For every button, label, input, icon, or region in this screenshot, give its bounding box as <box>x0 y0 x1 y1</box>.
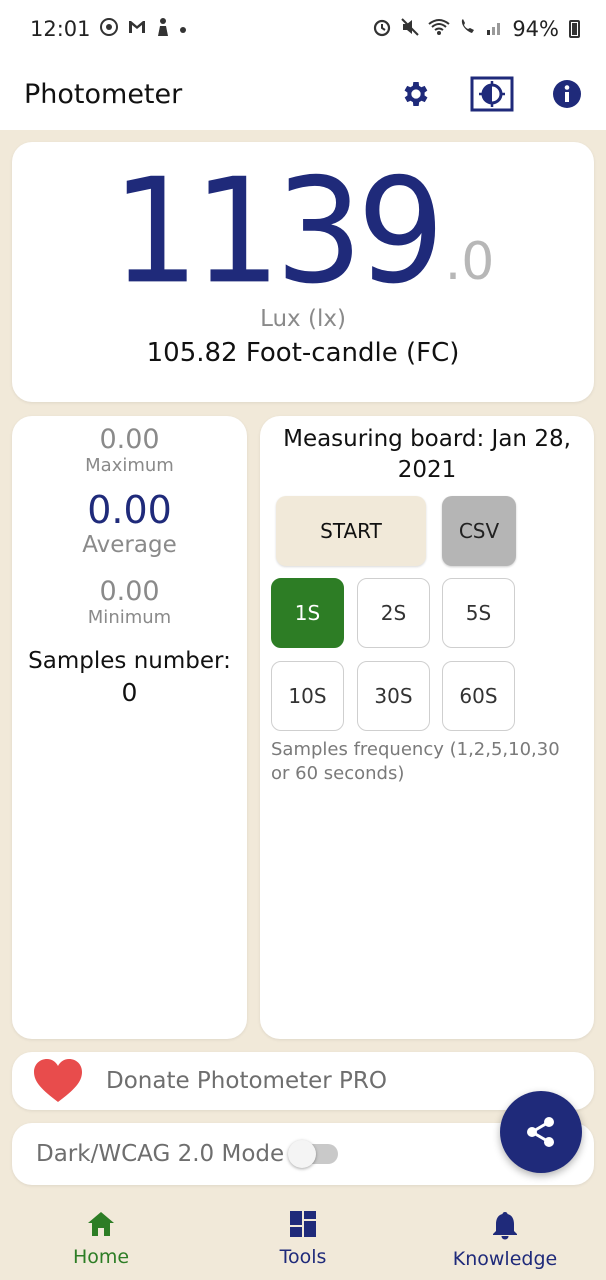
maximum-stat: 0.00 Maximum <box>12 424 247 476</box>
brightness-button[interactable] <box>470 76 514 112</box>
stats-card: 0.00 Maximum 0.00 Average 0.00 Minimum S… <box>12 416 247 1039</box>
frequency-30s-button[interactable]: 30S <box>357 661 430 731</box>
nav-label-home: Home <box>72 1246 130 1268</box>
frequency-5s-button[interactable]: 5S <box>442 578 515 648</box>
bottom-navigation: Home Tools Knowledge <box>0 1198 606 1280</box>
home-icon <box>88 1212 114 1236</box>
bell-icon <box>493 1212 517 1240</box>
dot-icon <box>179 19 187 39</box>
samples-label: Samples number: <box>28 648 231 674</box>
frequency-10s-button[interactable]: 10S <box>271 661 344 731</box>
nav-label-tools: Tools <box>279 1246 327 1268</box>
average-label: Average <box>82 532 177 558</box>
status-bar: 12:01 94% <box>0 0 606 58</box>
board-title: Measuring board: Jan 28, 2021 <box>283 426 571 483</box>
reading-card: 1139 .0 Lux (lx) 105.82 Foot-candle (FC) <box>12 142 594 402</box>
donate-label: Donate Photometer PRO <box>106 1068 387 1094</box>
frequency-note: Samples frequency (1,2,5,10,30 or 60 sec… <box>271 739 560 784</box>
heart-icon <box>34 1059 82 1102</box>
wifi-call-icon <box>458 17 478 42</box>
mute-icon <box>400 17 420 42</box>
frequency-60s-button[interactable]: 60S <box>442 661 515 731</box>
lux-decimal: .0 <box>444 232 495 292</box>
status-right: 94% <box>372 17 580 42</box>
app-icon <box>155 17 171 42</box>
nav-label-knowledge: Knowledge <box>452 1248 558 1270</box>
settings-button[interactable] <box>400 78 432 110</box>
reading-display: 1139 .0 <box>12 154 594 309</box>
csv-button[interactable]: CSV <box>442 496 516 566</box>
share-icon <box>527 1117 554 1147</box>
settings-badge-icon <box>99 17 119 42</box>
brightness-icon <box>470 76 514 112</box>
samples-value: 0 <box>121 678 138 707</box>
battery-percent: 94% <box>512 17 559 41</box>
app-actions <box>400 76 582 112</box>
samples-block: Samples number: 0 <box>12 648 247 707</box>
share-button[interactable] <box>500 1091 582 1173</box>
start-button[interactable]: START <box>276 496 426 566</box>
donate-card[interactable]: Donate Photometer PRO <box>12 1052 594 1110</box>
minimum-label: Minimum <box>87 607 172 628</box>
minimum-stat: 0.00 Minimum <box>12 576 247 628</box>
minimum-value: 0.00 <box>99 576 160 607</box>
app-title: Photometer <box>24 78 183 110</box>
lux-value: 1139 <box>111 146 445 316</box>
frequency-1s-button[interactable]: 1S <box>271 578 344 648</box>
average-value: 0.00 <box>87 488 172 532</box>
signal-icon <box>486 18 504 41</box>
tools-icon <box>290 1211 316 1237</box>
gmail-icon <box>127 19 147 40</box>
status-left: 12:01 <box>30 17 187 42</box>
nav-item-knowledge[interactable]: Knowledge <box>404 1198 606 1280</box>
toggle-knob <box>288 1140 317 1168</box>
footcandle-value: 105.82 Foot-candle (FC) <box>146 338 460 368</box>
nav-item-tools[interactable]: Tools <box>202 1198 404 1280</box>
settings-icon <box>404 82 428 106</box>
info-button[interactable] <box>552 79 582 109</box>
unit-label: Lux (lx) <box>260 306 346 332</box>
dark-mode-toggle[interactable] <box>288 1140 339 1168</box>
alarm-icon <box>372 17 392 42</box>
measuring-board-card: Measuring board: Jan 28, 2021 START CSV … <box>260 416 594 1039</box>
status-time: 12:01 <box>30 17 91 41</box>
nav-item-home[interactable]: Home <box>0 1198 202 1280</box>
battery-icon <box>569 20 580 38</box>
dark-mode-label: Dark/WCAG 2.0 Mode <box>36 1141 285 1167</box>
app-bar: Photometer <box>0 58 606 130</box>
maximum-value: 0.00 <box>99 424 160 455</box>
wifi-icon <box>428 18 450 41</box>
info-icon <box>553 80 581 108</box>
average-stat: 0.00 Average <box>12 488 247 558</box>
maximum-label: Maximum <box>85 455 174 476</box>
frequency-2s-button[interactable]: 2S <box>357 578 430 648</box>
